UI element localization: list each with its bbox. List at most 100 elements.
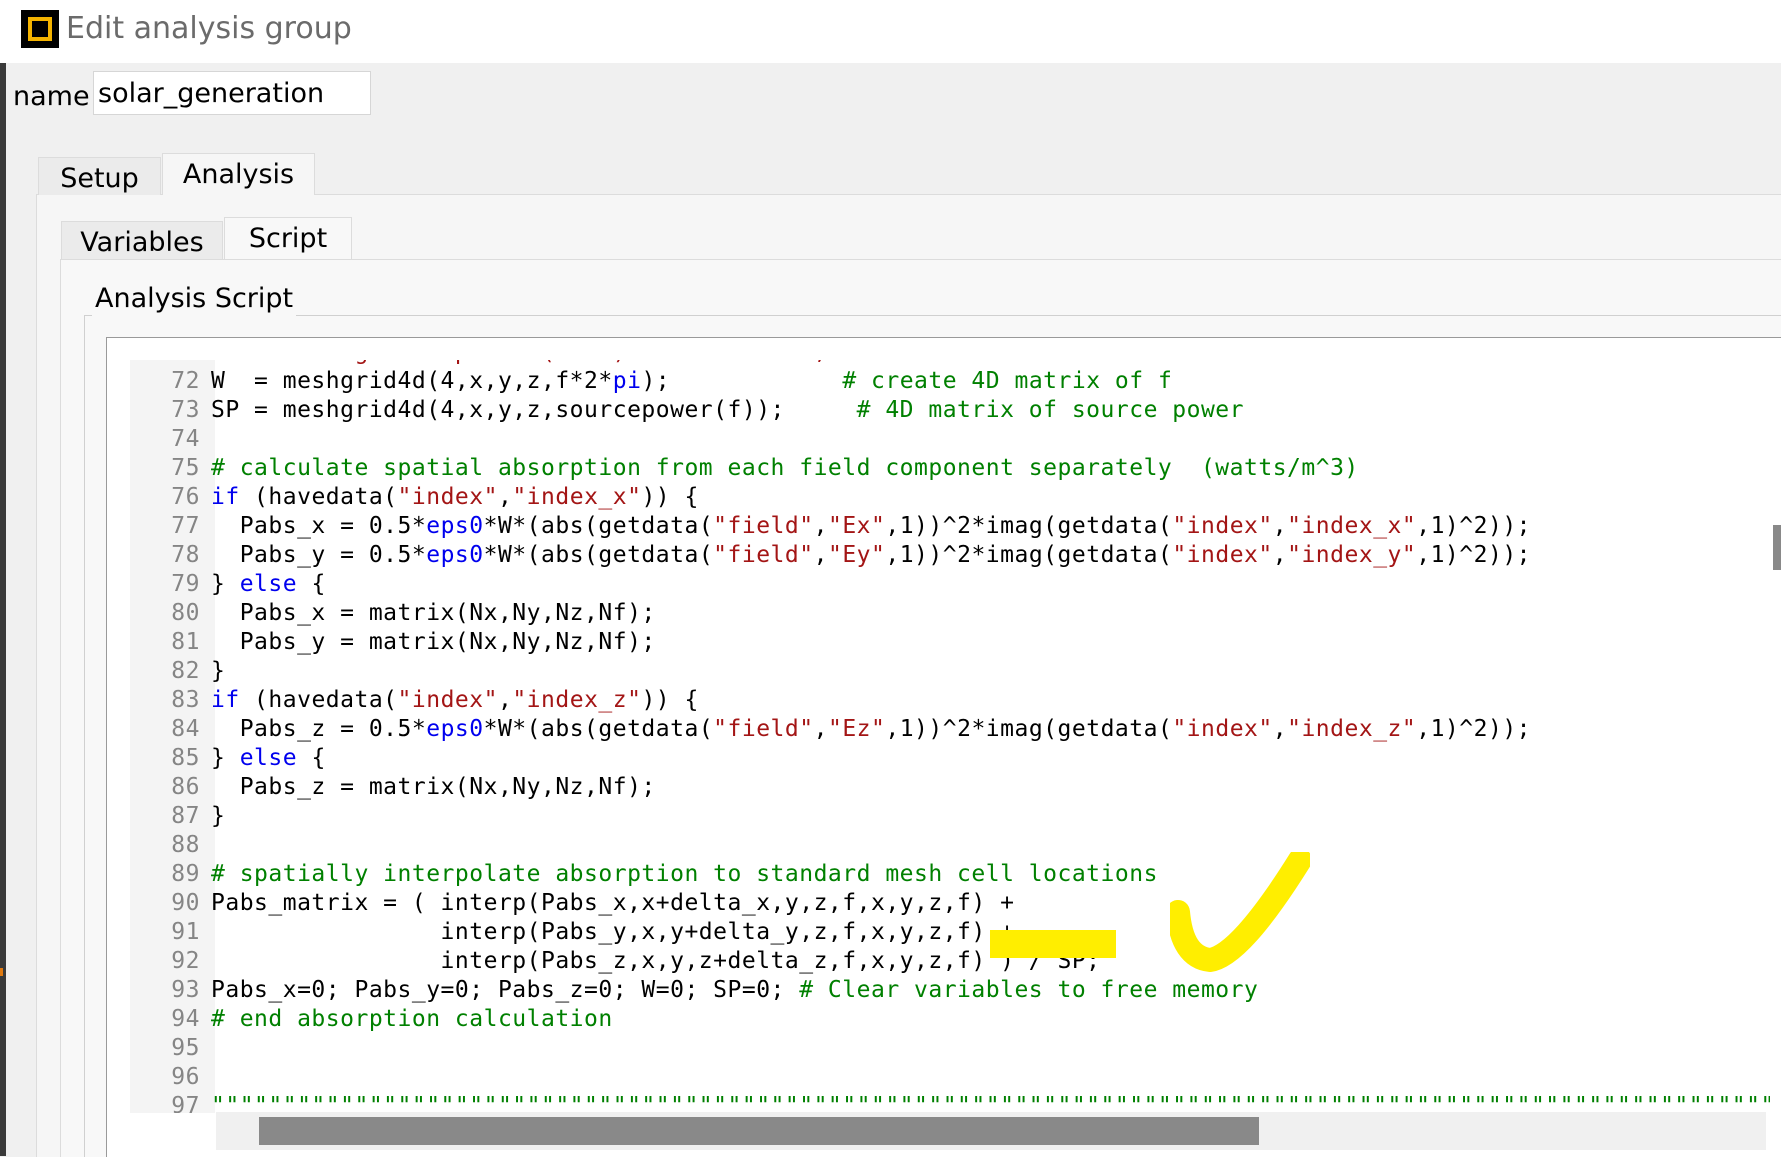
code-token: , [1272,716,1288,742]
code-token: "field" [713,542,814,568]
code-token: "index" [1172,716,1273,742]
code-line[interactable]: 75 # calculate spatial absorption from ea… [130,454,1770,483]
code-token: } [211,803,226,829]
code-token: )) { [641,687,699,713]
tab-setup[interactable]: Setup [38,157,161,195]
code-token: eps0 [426,542,484,568]
code-line[interactable]: 97 """"""""""""""""""""""""""""""""""""""… [130,1092,1770,1113]
code-token: Pabs_z = 0.5* [211,716,427,742]
line-number: 82 [171,658,200,684]
code-token: ,1)^2)); [1416,542,1532,568]
title-bar: Edit analysis group [0,0,1781,63]
code-token: "index" [1172,542,1273,568]
vertical-scrollbar-thumb[interactable] [1773,525,1781,570]
code-line[interactable]: 89 # spatially interpolate absorption to … [130,860,1770,889]
code-line[interactable]: 90 Pabs_matrix = ( interp(Pabs_x,x+delta_… [130,889,1770,918]
code-token: ,1))^2*imag(getdata( [885,716,1173,742]
window-left-edge [0,63,6,1156]
code-line[interactable]: 71? "starting absorption (Pabs) calculat… [130,360,1770,367]
line-number: 95 [171,1035,200,1061]
line-number: 97 [171,1093,200,1113]
code-token: "Ey" [827,542,886,568]
line-number: 93 [171,977,200,1003]
code-token: # 4D matrix of source power [856,397,1244,423]
code-line[interactable]: 82} [130,657,1770,686]
code-token: W = meshgrid4d(4,x,y,z,f*2* [211,368,613,394]
window-title: Edit analysis group [66,11,352,46]
tab-script[interactable]: Script [224,217,352,259]
line-number: 90 [171,890,200,916]
tab-analysis[interactable]: Analysis [162,153,315,195]
code-token: ? "starting absorption (Pabs) calculatio… [211,360,828,365]
code-line[interactable]: 80 Pabs_x = matrix(Nx,Ny,Nz,Nf); [130,599,1770,628]
code-token: { [297,745,326,771]
code-line[interactable]: 96 [130,1063,1770,1092]
code-token: if [211,484,240,510]
code-token: "index_z" [1287,716,1417,742]
code-token: ); [641,368,843,394]
code-token: interp(Pabs_z,x,y,z+delta_z,f,x,y,z,f) )… [211,948,1101,974]
code-line[interactable]: 73 SP = meshgrid4d(4,x,y,z,sourcepower(f)… [130,396,1770,425]
code-token: , [497,484,513,510]
line-number: 85 [171,745,200,771]
line-number: 81 [171,629,200,655]
line-number: 88 [171,832,200,858]
name-input[interactable] [93,71,371,115]
code-token: # Clear variables to free memory [799,977,1259,1003]
code-line[interactable]: 81 Pabs_y = matrix(Nx,Ny,Nz,Nf); [130,628,1770,657]
code-token: SP = meshgrid4d(4,x,y,z,sourcepower(f)); [211,397,857,423]
code-token: "index_y" [1287,542,1417,568]
code-token: "index_x" [1287,513,1417,539]
code-token: , [813,716,828,742]
code-line[interactable]: 92 interp(Pabs_z,x,y,z+delta_z,f,x,y,z,f… [130,947,1770,976]
code-line[interactable]: 94 # end absorption calculation [130,1005,1770,1034]
code-token: eps0 [426,716,484,742]
code-token: "index" [397,687,498,713]
code-line[interactable]: 83 if (havedata("index","index_z")) { [130,686,1770,715]
code-token: *W*(abs(getdata( [483,716,714,742]
code-line[interactable]: 74 [130,425,1770,454]
line-number: 77 [171,513,200,539]
code-token: "index_z" [512,687,642,713]
code-token: *W*(abs(getdata( [483,542,714,568]
app-square-icon [21,10,59,48]
code-token: """"""""""""""""""""""""""""""""""""""""… [211,1093,1770,1113]
tab-variables[interactable]: Variables [61,221,223,259]
code-line[interactable]: 79} else { [130,570,1770,599]
code-line[interactable]: 76 if (havedata("index","index_x")) { [130,483,1770,512]
code-token: "index_x" [512,484,642,510]
code-token: ,1))^2*imag(getdata( [885,513,1173,539]
code-token: (havedata( [239,687,398,713]
line-number: 91 [171,919,200,945]
code-token: Pabs_matrix = ( interp(Pabs_x,x+delta_x,… [211,890,1015,916]
code-line[interactable]: 88 [130,831,1770,860]
line-number: 92 [171,948,200,974]
code-token: *W*(abs(getdata( [483,513,714,539]
code-token: "field" [713,716,814,742]
code-line[interactable]: 86 Pabs_z = matrix(Nx,Ny,Nz,Nf); [130,773,1770,802]
code-line[interactable]: 95 [130,1034,1770,1063]
code-line[interactable]: 91 interp(Pabs_y,x,y+delta_y,z,f,x,y,z,f… [130,918,1770,947]
code-token: (havedata( [239,484,398,510]
line-number: 83 [171,687,200,713]
code-line[interactable]: 77 Pabs_x = 0.5*eps0*W*(abs(getdata("fie… [130,512,1770,541]
script-editor[interactable]: 71? "starting absorption (Pabs) calculat… [130,360,1770,1113]
horizontal-scrollbar-thumb[interactable] [259,1117,1259,1145]
code-line[interactable]: 72 W = meshgrid4d(4,x,y,z,f*2*pi); # crea… [130,367,1770,396]
code-line[interactable]: 84 Pabs_z = 0.5*eps0*W*(abs(getdata("fie… [130,715,1770,744]
line-number: 79 [171,571,200,597]
code-line[interactable]: 93 Pabs_x=0; Pabs_y=0; Pabs_z=0; W=0; SP=… [130,976,1770,1005]
code-token: Pabs_z = matrix(Nx,Ny,Nz,Nf); [211,774,656,800]
code-line[interactable]: 87} [130,802,1770,831]
line-number: 96 [171,1064,200,1090]
code-line[interactable]: 85} else { [130,744,1770,773]
code-token: # spatially interpolate absorption to st… [211,861,1158,887]
code-token: "index" [1172,513,1273,539]
code-line[interactable]: 78 Pabs_y = 0.5*eps0*W*(abs(getdata("fie… [130,541,1770,570]
line-number: 78 [171,542,200,568]
line-number: 71 [130,360,211,367]
code-lines[interactable]: 71? "starting absorption (Pabs) calculat… [130,360,1770,1113]
code-token: , [813,513,828,539]
code-token: } [211,658,226,684]
line-number: 72 [171,368,200,394]
